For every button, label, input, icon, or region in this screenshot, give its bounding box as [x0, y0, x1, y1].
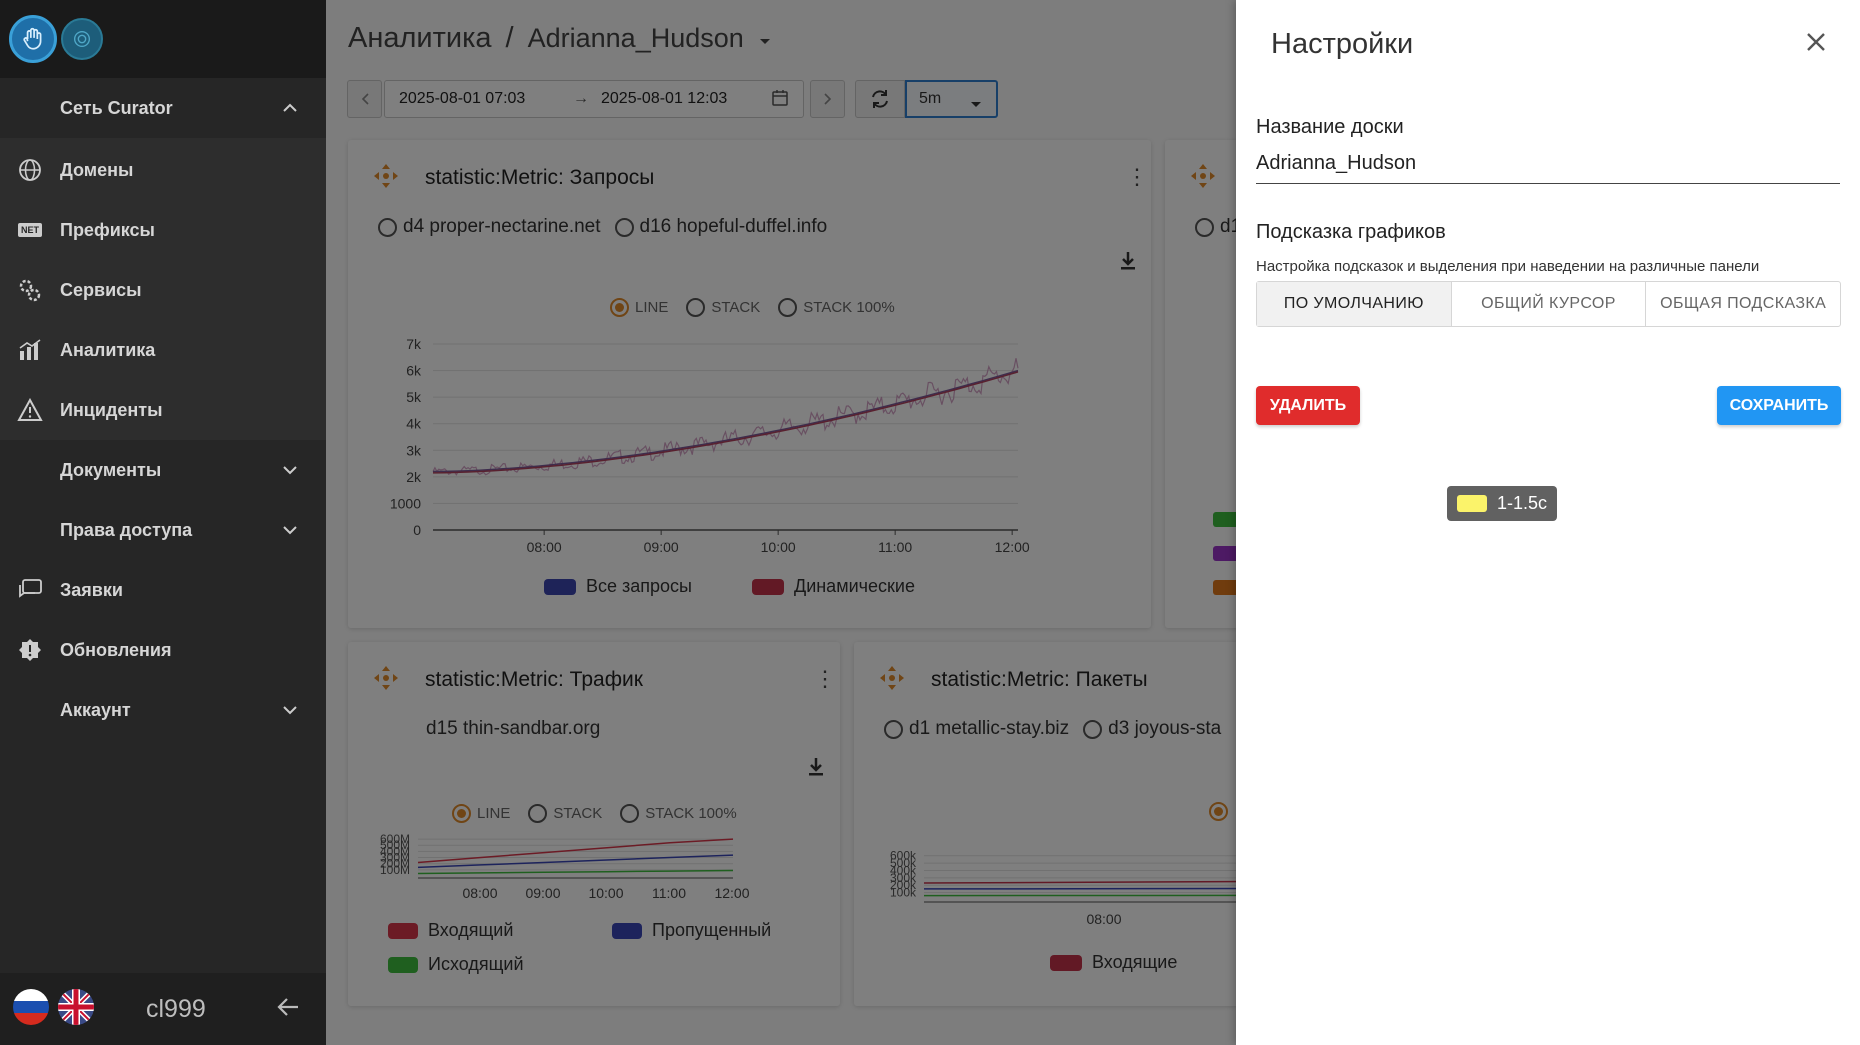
tooltip-label: 1-1.5с — [1497, 493, 1548, 513]
sidebar-item-label: Заявки — [60, 579, 123, 600]
globe-icon — [17, 158, 43, 182]
russian-flag-icon[interactable] — [13, 989, 49, 1025]
sidebar-item-label: Аналитика — [60, 339, 156, 360]
sidebar-item-requests[interactable]: Заявки — [0, 560, 326, 620]
tooltip-swatch — [1457, 495, 1487, 512]
collapse-arrow-icon[interactable] — [276, 995, 302, 1024]
chat-icon — [17, 578, 43, 602]
board-name-label: Название доски — [1256, 116, 1404, 138]
sidebar-footer: cl999 — [0, 973, 326, 1045]
warning-icon — [17, 398, 43, 422]
sidebar-item-account[interactable]: Аккаунт — [0, 680, 326, 740]
floating-tooltip: 1-1.5с — [1447, 486, 1557, 521]
tooltip-mode-shared-cursor[interactable]: ОБЩИЙ КУРСОР — [1452, 282, 1647, 326]
uk-flag-icon[interactable] — [58, 989, 94, 1025]
sidebar-item-label: Домены — [60, 159, 134, 180]
chevron-down-icon — [282, 520, 298, 541]
sidebar-item-access-rights[interactable]: Права доступа — [0, 500, 326, 560]
sidebar-item-analytics[interactable]: Аналитика — [0, 320, 326, 380]
sidebar-item-label: Префиксы — [60, 219, 155, 240]
sidebar-item-incidents[interactable]: Инциденты — [0, 380, 326, 440]
close-icon[interactable] — [1804, 30, 1828, 60]
tooltip-mode-toggle: ПО УМОЛЧАНИЮ ОБЩИЙ КУРСОР ОБЩАЯ ПОДСКАЗК… — [1256, 281, 1841, 327]
sidebar: Сеть Curator Домены NET Префиксы Сервисы… — [0, 0, 326, 1045]
sidebar-item-label: Документы — [60, 459, 162, 480]
sidebar-item-label: Сеть Curator — [60, 97, 173, 118]
tooltip-hint-text: Настройка подсказок и выделения при наве… — [1256, 258, 1760, 275]
sidebar-item-label: Инциденты — [60, 399, 163, 420]
sidebar-item-label: Права доступа — [60, 519, 193, 540]
delete-button[interactable]: УДАЛИТЬ — [1256, 386, 1360, 425]
sidebar-item-label: Аккаунт — [60, 699, 131, 720]
tooltip-mode-default[interactable]: ПО УМОЛЧАНИЮ — [1257, 282, 1452, 326]
sidebar-item-prefixes[interactable]: NET Префиксы — [0, 200, 326, 260]
net-icon-text: NET — [18, 223, 42, 237]
badge-icon — [17, 638, 43, 662]
sidebar-item-documents[interactable]: Документы — [0, 440, 326, 500]
net-icon: NET — [17, 218, 43, 242]
chevron-up-icon — [282, 98, 298, 119]
tooltip-mode-shared-tooltip[interactable]: ОБЩАЯ ПОДСКАЗКА — [1646, 282, 1840, 326]
board-name-input[interactable]: Adrianna_Hudson — [1256, 148, 1840, 184]
sidebar-item-label: Обновления — [60, 639, 172, 660]
save-button[interactable]: СОХРАНИТЬ — [1717, 386, 1841, 425]
chart-icon — [17, 338, 43, 362]
hand-logo-icon[interactable] — [9, 15, 57, 63]
user-name[interactable]: cl999 — [146, 995, 206, 1024]
fingerprint-logo-icon[interactable] — [61, 18, 103, 60]
sidebar-item-label: Сервисы — [60, 279, 142, 300]
sidebar-item-domains[interactable]: Домены — [0, 140, 326, 200]
sidebar-item-updates[interactable]: Обновления — [0, 620, 326, 680]
panel-title: Настройки — [1271, 28, 1414, 60]
sidebar-item-curator-network[interactable]: Сеть Curator — [0, 78, 326, 138]
settings-panel: Настройки Название доски Adrianna_Hudson… — [1236, 0, 1860, 1045]
chevron-down-icon — [282, 700, 298, 721]
chevron-down-icon — [282, 460, 298, 481]
tooltip-section-label: Подсказка графиков — [1256, 221, 1446, 243]
gears-icon — [17, 278, 43, 302]
sidebar-header — [0, 0, 326, 78]
sidebar-item-services[interactable]: Сервисы — [0, 260, 326, 320]
